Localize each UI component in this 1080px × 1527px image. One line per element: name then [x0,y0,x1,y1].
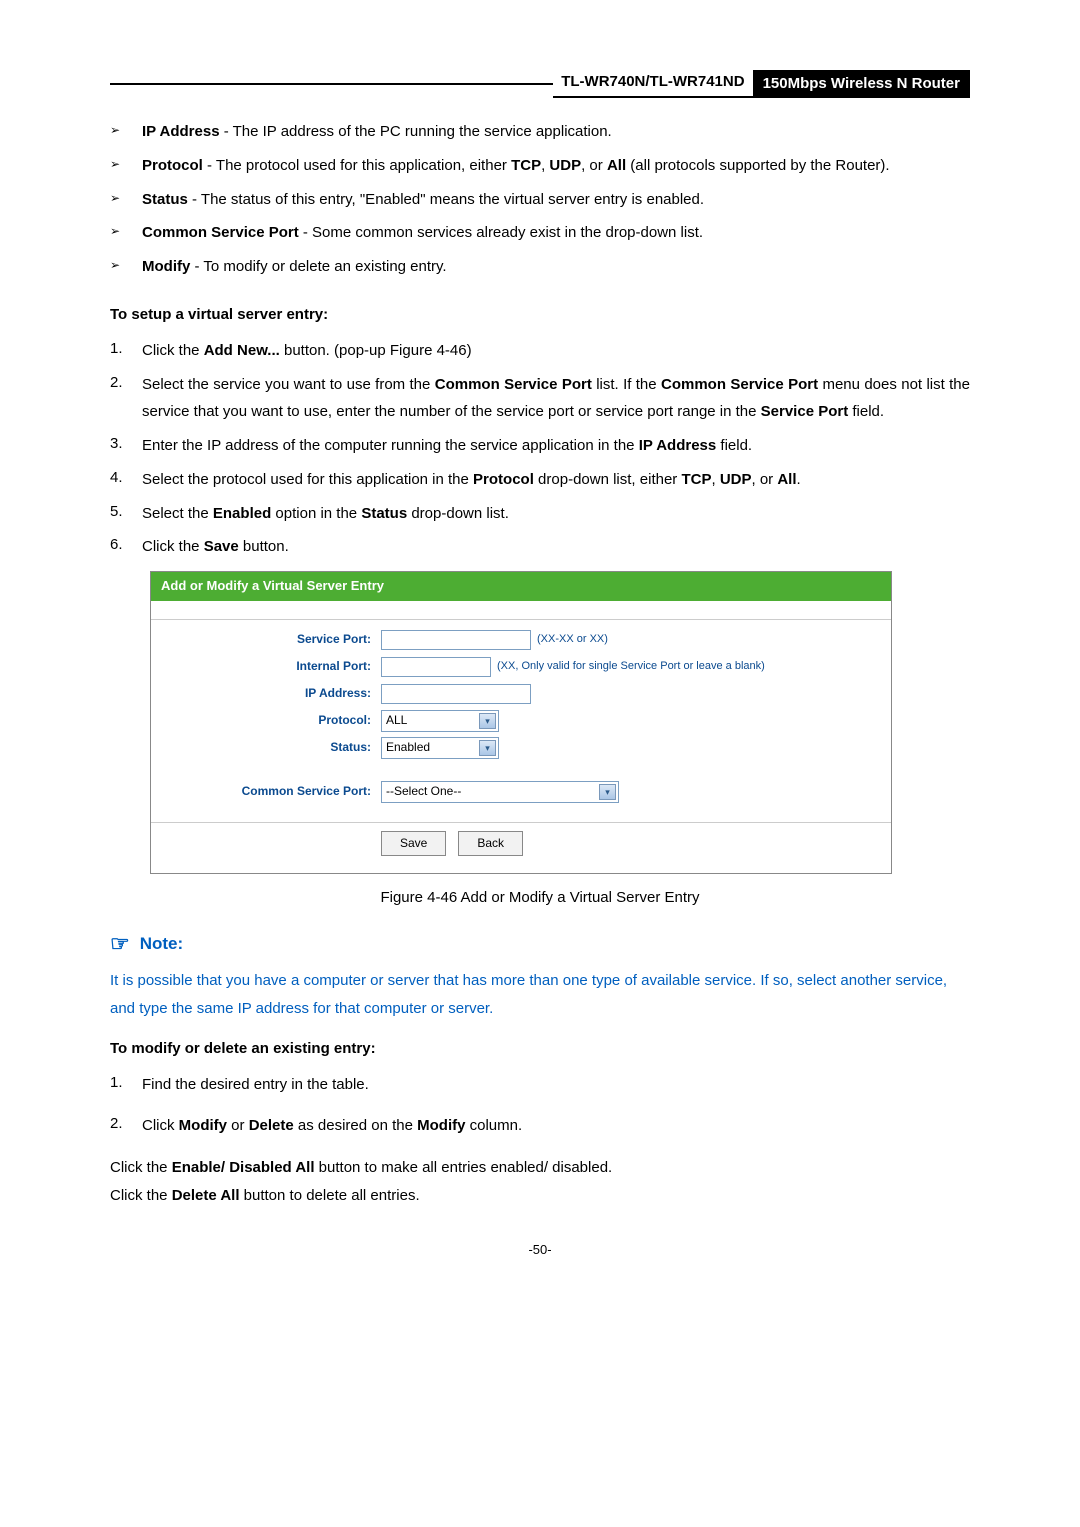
label-ip-address: IP Address: [151,684,381,703]
step-text: Select the protocol used for this applic… [142,466,970,494]
row-status: Status: Enabled ▾ [151,736,891,760]
bullet-arrow-icon: ➢ [110,253,142,275]
bullet-label: IP Address [142,123,220,140]
label-status: Status: [151,738,381,757]
step-number: 5. [110,500,142,524]
bullet-label: Protocol [142,157,203,174]
bullet-desc: - The IP address of the PC running the s… [220,123,612,140]
bullet-status: ➢ Status - The status of this entry, "En… [110,186,970,214]
step-4: 4. Select the protocol used for this app… [110,466,970,494]
bullet-arrow-icon: ➢ [110,219,142,241]
bullet-label: Modify [142,258,190,275]
input-internal-port[interactable] [381,657,491,677]
select-value: Enabled [386,738,430,757]
select-status[interactable]: Enabled ▾ [381,737,499,759]
label-internal-port: Internal Port: [151,657,381,676]
setup-heading: To setup a virtual server entry: [110,303,970,327]
step-text: Click Modify or Delete as desired on the… [142,1112,970,1140]
step-number: 4. [110,466,142,490]
bullet-text: IP Address - The IP address of the PC ru… [142,118,970,146]
step-number: 1. [110,337,142,361]
select-protocol[interactable]: ALL ▾ [381,710,499,732]
note-body: It is possible that you have a computer … [110,967,970,1023]
label-protocol: Protocol: [151,711,381,730]
bullet-arrow-icon: ➢ [110,118,142,140]
bullet-text: Protocol - The protocol used for this ap… [142,152,970,180]
modify-step-1: 1. Find the desired entry in the table. [110,1071,970,1099]
step-3: 3. Enter the IP address of the computer … [110,432,970,460]
chevron-down-icon: ▾ [599,784,616,800]
save-button[interactable]: Save [381,831,446,856]
step-text: Select the service you want to use from … [142,371,970,427]
back-button[interactable]: Back [458,831,523,856]
step-6: 6. Click the Save button. [110,533,970,561]
step-text: Select the Enabled option in the Status … [142,500,970,528]
hint-internal-port: (XX, Only valid for single Service Port … [497,658,765,676]
bullet-text: Status - The status of this entry, "Enab… [142,186,970,214]
row-buttons: Save Back [151,831,891,856]
setup-steps: 1. Click the Add New... button. (pop-up … [110,337,970,561]
step-number: 2. [110,1112,142,1136]
label-service-port: Service Port: [151,630,381,649]
figure-caption: Figure 4-46 Add or Modify a Virtual Serv… [110,886,970,910]
step-number: 3. [110,432,142,456]
footer-line-1: Click the Enable/ Disabled All button to… [110,1154,970,1182]
bullet-desc: - The status of this entry, "Enabled" me… [188,191,704,208]
header-product: 150Mbps Wireless N Router [753,70,970,98]
bullet-desc: - To modify or delete an existing entry. [190,258,446,275]
bullet-ip-address: ➢ IP Address - The IP address of the PC … [110,118,970,146]
modify-step-2: 2. Click Modify or Delete as desired on … [110,1112,970,1140]
dialog-title: Add or Modify a Virtual Server Entry [151,572,891,601]
row-common-service: Common Service Port: --Select One-- ▾ [151,780,891,804]
doc-header: TL-WR740N/TL-WR741ND 150Mbps Wireless N … [110,70,970,98]
step-text: Click the Save button. [142,533,970,561]
hint-service-port: (XX-XX or XX) [537,631,608,649]
note-heading: ☞ Note: [110,926,970,961]
input-ip-address[interactable] [381,684,531,704]
select-value: ALL [386,711,407,730]
pointing-hand-icon: ☞ [110,926,130,961]
input-service-port[interactable] [381,630,531,650]
chevron-down-icon: ▾ [479,740,496,756]
step-text: Enter the IP address of the computer run… [142,432,970,460]
step-5: 5. Select the Enabled option in the Stat… [110,500,970,528]
header-rule [110,83,553,85]
bullet-common: ➢ Common Service Port - Some common serv… [110,219,970,247]
figure-4-46: Add or Modify a Virtual Server Entry Ser… [150,571,970,874]
step-number: 2. [110,371,142,395]
row-ip-address: IP Address: [151,682,891,706]
dialog-body: Service Port: (XX-XX or XX) Internal Por… [151,601,891,873]
modify-heading: To modify or delete an existing entry: [110,1037,970,1061]
bullet-label: Status [142,191,188,208]
header-model: TL-WR740N/TL-WR741ND [553,70,752,98]
chevron-down-icon: ▾ [479,713,496,729]
dialog-box: Add or Modify a Virtual Server Entry Ser… [150,571,892,874]
bullet-modify: ➢ Modify - To modify or delete an existi… [110,253,970,281]
step-number: 6. [110,533,142,557]
step-text: Click the Add New... button. (pop-up Fig… [142,337,970,365]
label-common-service: Common Service Port: [151,782,381,801]
row-service-port: Service Port: (XX-XX or XX) [151,628,891,652]
bullet-arrow-icon: ➢ [110,186,142,208]
note-label-text: Note: [140,930,183,957]
bullet-desc: - Some common services already exist in … [299,224,703,241]
step-text: Find the desired entry in the table. [142,1071,970,1099]
step-1: 1. Click the Add New... button. (pop-up … [110,337,970,365]
modify-steps: 1. Find the desired entry in the table. … [110,1071,970,1141]
bullet-protocol: ➢ Protocol - The protocol used for this … [110,152,970,180]
step-2: 2. Select the service you want to use fr… [110,371,970,427]
page-number: -50- [110,1240,970,1261]
select-value: --Select One-- [386,782,461,801]
row-protocol: Protocol: ALL ▾ [151,709,891,733]
select-common-service[interactable]: --Select One-- ▾ [381,781,619,803]
bullet-text: Modify - To modify or delete an existing… [142,253,970,281]
step-number: 1. [110,1071,142,1095]
bullet-label: Common Service Port [142,224,299,241]
feature-bullets: ➢ IP Address - The IP address of the PC … [110,118,970,281]
bullet-arrow-icon: ➢ [110,152,142,174]
row-internal-port: Internal Port: (XX, Only valid for singl… [151,655,891,679]
bullet-text: Common Service Port - Some common servic… [142,219,970,247]
footer-line-2: Click the Delete All button to delete al… [110,1182,970,1210]
